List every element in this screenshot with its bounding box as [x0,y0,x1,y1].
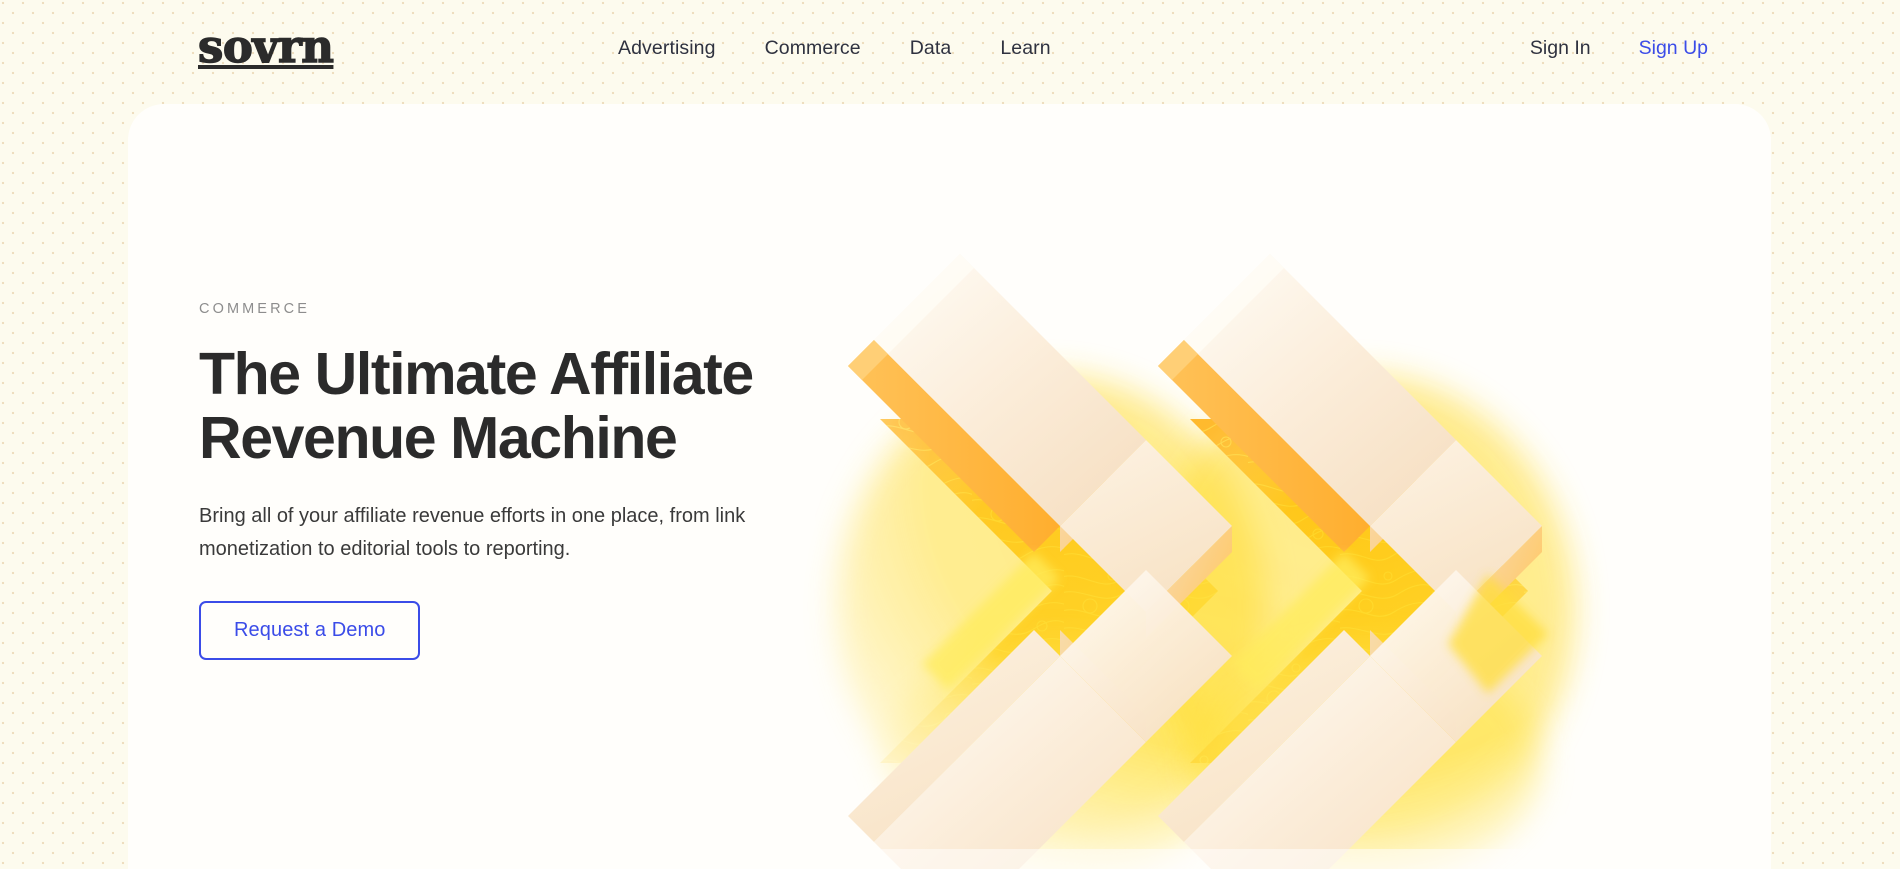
primary-navigation: Advertising Commerce Data Learn [618,0,1051,96]
page-title: The Ultimate Affiliate Revenue Machine [199,341,754,471]
sign-up-link[interactable]: Sign Up [1639,37,1708,60]
hero-eyebrow: COMMERCE [199,301,310,317]
auth-navigation: Sign In Sign Up [1530,0,1708,96]
nav-link-advertising[interactable]: Advertising [618,37,716,60]
nav-link-commerce[interactable]: Commerce [765,37,861,60]
sovrn-logo[interactable]: sovrn [197,23,334,69]
nav-link-learn[interactable]: Learn [1000,37,1050,60]
hero-copy-block: COMMERCE The Ultimate Affiliate Revenue … [199,301,899,661]
nav-link-data[interactable]: Data [910,37,952,60]
hero-subcopy: Bring all of your affiliate revenue effo… [199,505,746,560]
hero-card: COMMERCE The Ultimate Affiliate Revenue … [128,104,1771,869]
site-header: sovrn Advertising Commerce Data Learn Si… [0,0,1900,96]
isometric-chevron-blocks-illustration [788,104,1771,869]
request-a-demo-button[interactable]: Request a Demo [199,601,421,661]
sign-in-link[interactable]: Sign In [1530,37,1591,60]
